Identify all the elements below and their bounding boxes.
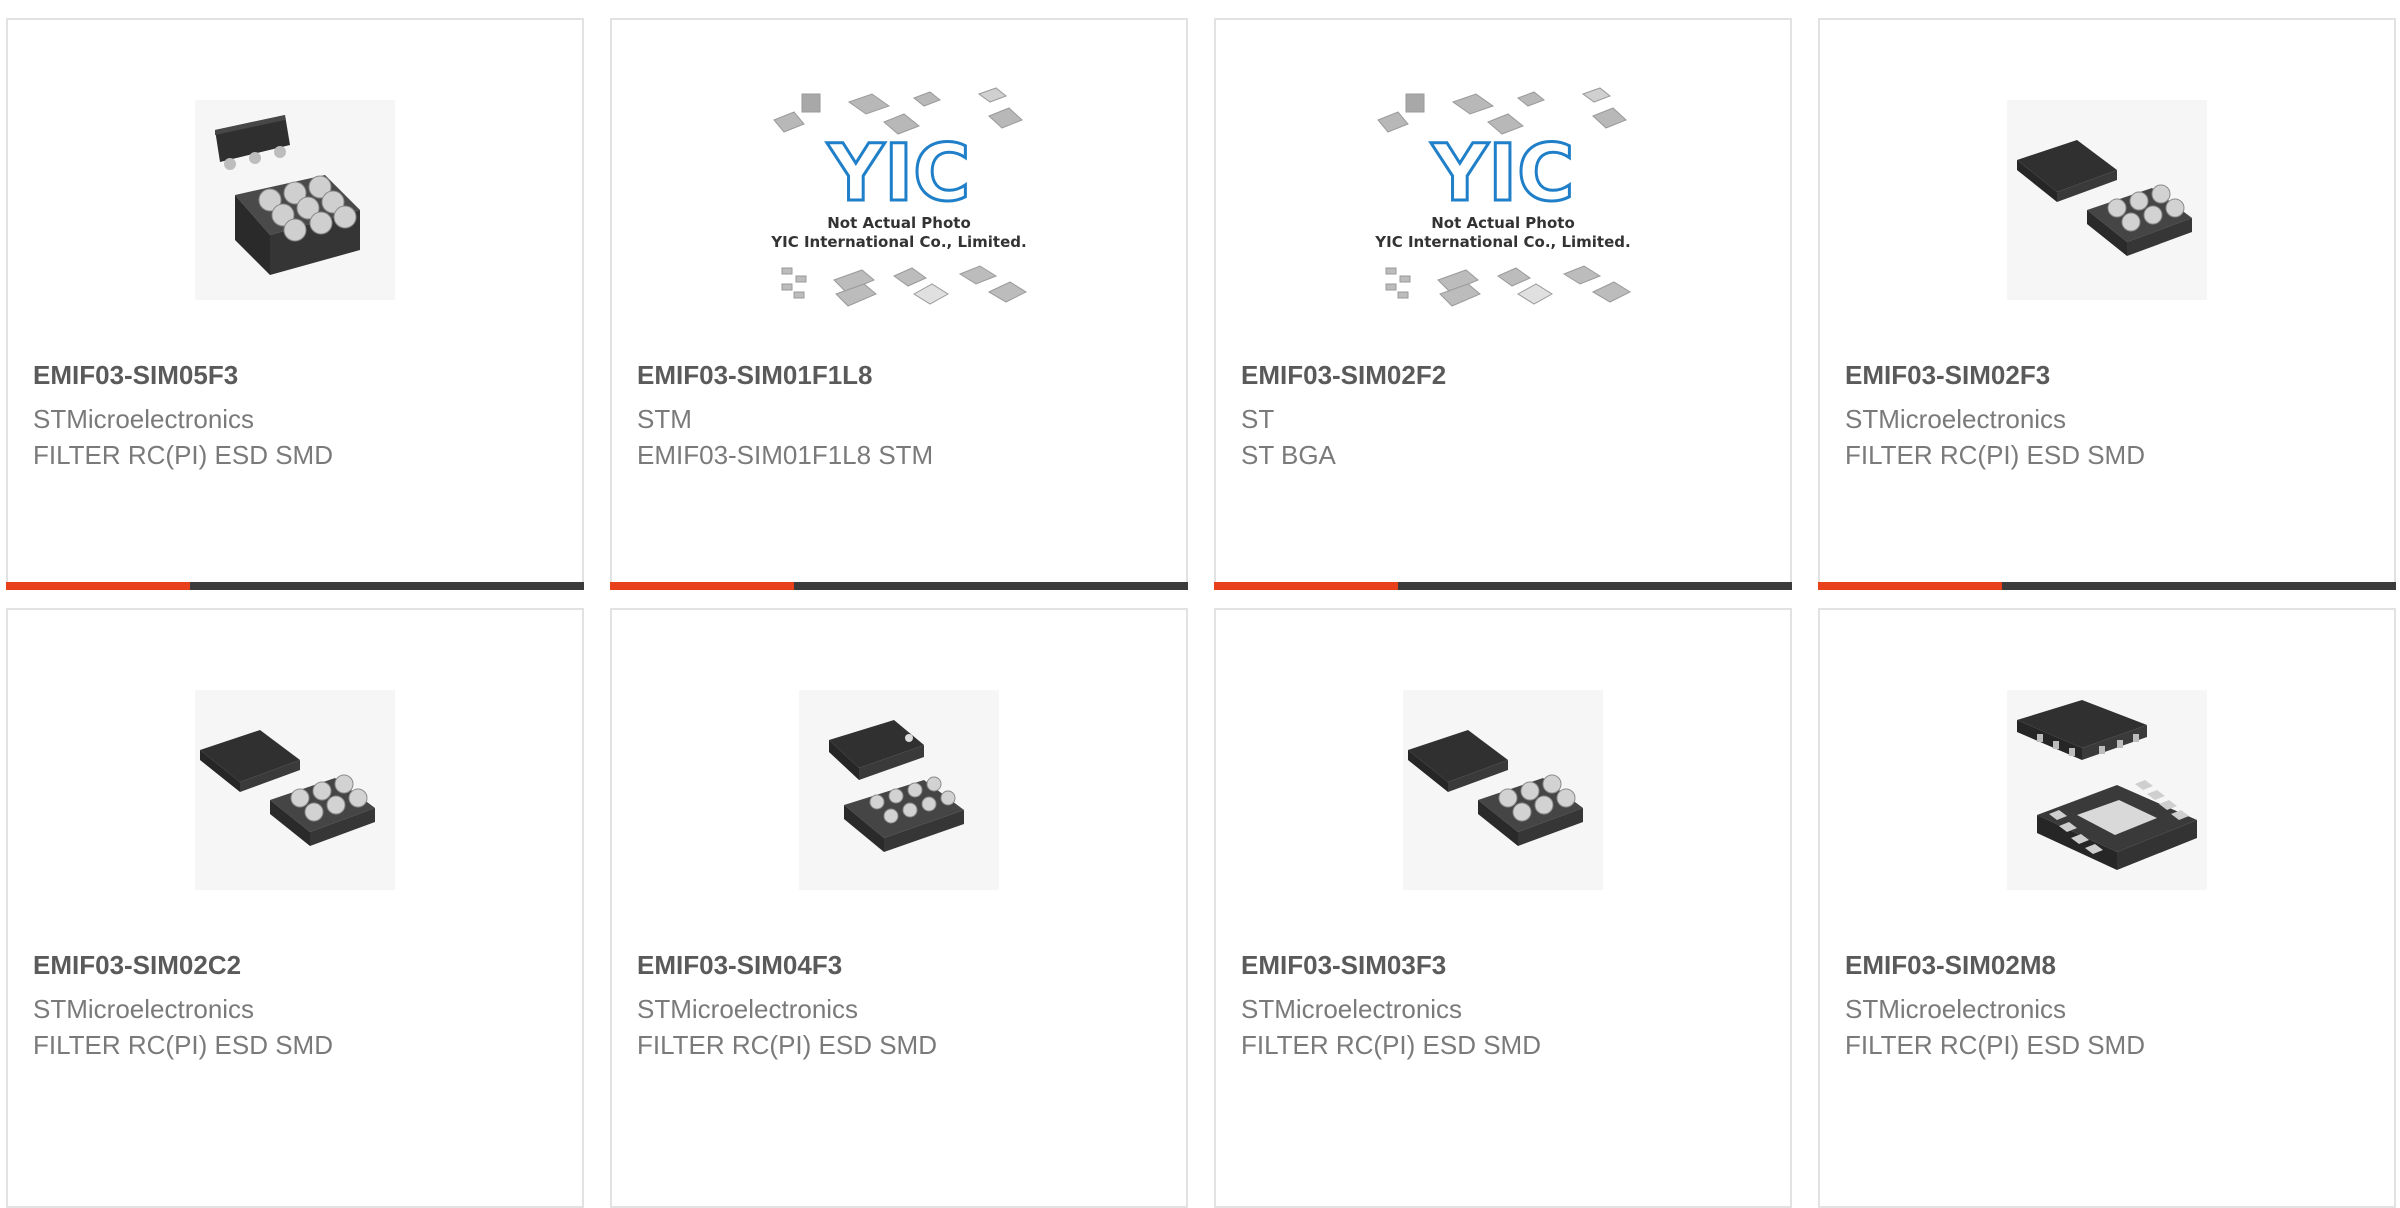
card-accent-bar <box>1818 582 2002 590</box>
product-card[interactable]: EMIF03-SIM04F3 STMicroelectronics FILTER… <box>610 608 1188 1208</box>
product-part-number[interactable]: EMIF03-SIM04F3 <box>637 950 842 981</box>
not-actual-photo-image: YIC Not Actual Photo YIC International C… <box>612 80 1186 320</box>
yic-company-caption: YIC International Co., Limited. <box>770 233 1026 251</box>
yic-logo-text: YIC <box>1431 129 1575 219</box>
product-part-number[interactable]: EMIF03-SIM02F2 <box>1241 360 1446 391</box>
card-bottom-bar <box>1818 582 2396 590</box>
product-description: FILTER RC(PI) ESD SMD <box>637 1030 937 1060</box>
card-accent-bar <box>610 582 794 590</box>
product-part-number[interactable]: EMIF03-SIM02M8 <box>1845 950 2056 981</box>
bga-chip-image <box>1216 670 1790 910</box>
product-part-number[interactable]: EMIF03-SIM03F3 <box>1241 950 1446 981</box>
not-actual-photo-caption: Not Actual Photo <box>1431 214 1575 232</box>
product-card[interactable]: EMIF03-SIM02C2 STMicroelectronics FILTER… <box>6 608 584 1208</box>
product-card[interactable]: YIC Not Actual Photo YIC International C… <box>610 18 1188 590</box>
product-manufacturer: STMicroelectronics <box>637 994 859 1024</box>
product-manufacturer: STMicroelectronics <box>33 994 255 1024</box>
card-accent-bar <box>6 582 190 590</box>
product-part-number[interactable]: EMIF03-SIM01F1L8 <box>637 360 873 391</box>
product-description: ST BGA <box>1241 440 1336 470</box>
bga-chip-image <box>612 670 1186 910</box>
product-description: FILTER RC(PI) ESD SMD <box>33 1030 333 1060</box>
product-card[interactable]: YIC Not Actual Photo YIC International C… <box>1214 18 1792 590</box>
not-actual-photo-image: YIC Not Actual Photo YIC International C… <box>1216 80 1790 320</box>
product-part-number[interactable]: EMIF03-SIM02C2 <box>33 950 241 981</box>
bga-chip-image <box>8 80 582 320</box>
yic-logo-text: YIC <box>827 129 971 219</box>
product-card[interactable]: EMIF03-SIM03F3 STMicroelectronics FILTER… <box>1214 608 1792 1208</box>
yic-company-caption: YIC International Co., Limited. <box>1374 233 1630 251</box>
product-description: FILTER RC(PI) ESD SMD <box>1845 1030 2145 1060</box>
product-card[interactable]: EMIF03-SIM02M8 STMicroelectronics FILTER… <box>1818 608 2396 1208</box>
bga-chip-image <box>1820 80 2394 320</box>
product-part-number[interactable]: EMIF03-SIM02F3 <box>1845 360 2050 391</box>
product-description: EMIF03-SIM01F1L8 STM <box>637 440 934 470</box>
product-description: FILTER RC(PI) ESD SMD <box>33 440 333 470</box>
product-card[interactable]: EMIF03-SIM05F3 STMicroelectronics FILTER… <box>6 18 584 590</box>
product-grid: EMIF03-SIM05F3 STMicroelectronics FILTER… <box>0 0 2400 1208</box>
product-part-number[interactable]: EMIF03-SIM05F3 <box>33 360 238 391</box>
not-actual-photo-caption: Not Actual Photo <box>827 214 971 232</box>
card-bottom-bar <box>6 582 584 590</box>
card-bottom-bar <box>1214 582 1792 590</box>
product-description: FILTER RC(PI) ESD SMD <box>1845 440 2145 470</box>
card-accent-bar <box>1214 582 1398 590</box>
product-manufacturer: STMicroelectronics <box>1845 404 2067 434</box>
product-manufacturer: ST <box>1241 404 1275 434</box>
product-card[interactable]: EMIF03-SIM02F3 STMicroelectronics FILTER… <box>1818 18 2396 590</box>
product-manufacturer: STMicroelectronics <box>1241 994 1463 1024</box>
product-manufacturer: STMicroelectronics <box>33 404 255 434</box>
dfn-chip-image <box>1820 670 2394 910</box>
bga-chip-image <box>8 670 582 910</box>
product-manufacturer: STM <box>637 404 692 434</box>
product-manufacturer: STMicroelectronics <box>1845 994 2067 1024</box>
card-bottom-bar <box>610 582 1188 590</box>
product-description: FILTER RC(PI) ESD SMD <box>1241 1030 1541 1060</box>
